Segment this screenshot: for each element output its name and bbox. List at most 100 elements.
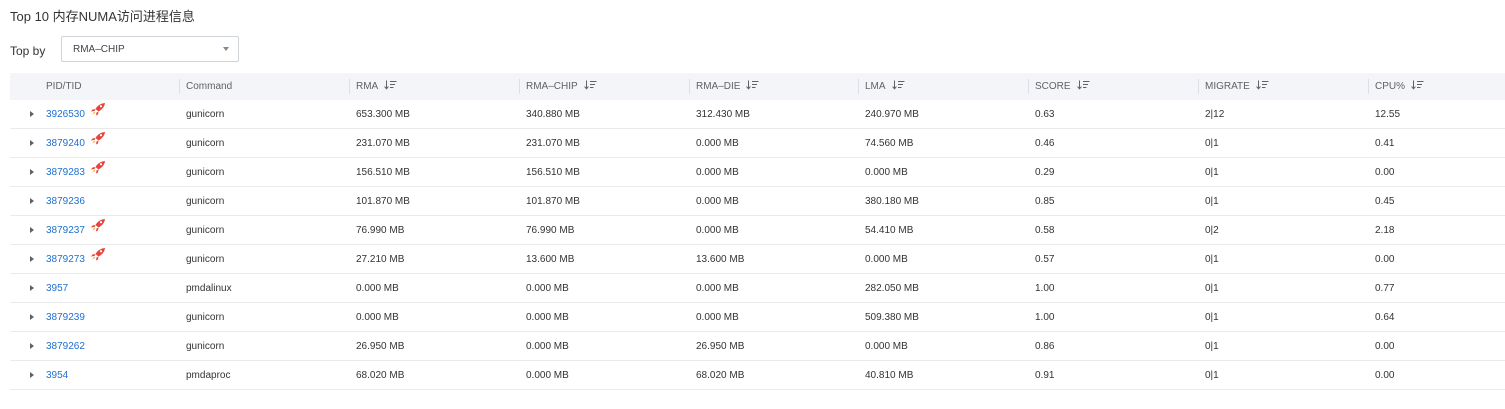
caret-right-icon [30, 169, 34, 175]
cell-command: gunicorn [186, 340, 225, 352]
cell-command: gunicorn [186, 166, 225, 178]
pid-link[interactable]: 3879239 [46, 312, 85, 323]
rocket-icon [90, 131, 106, 148]
cell-rma: 76.990 MB [356, 224, 405, 236]
caret-right-icon [30, 256, 34, 262]
expand-row-button[interactable] [30, 245, 34, 273]
cell-cpu: 0.41 [1375, 137, 1395, 149]
expand-row-button[interactable] [30, 361, 34, 389]
cell-rma-chip: 231.070 MB [526, 137, 580, 149]
column-header-lma[interactable]: LMA [865, 73, 905, 100]
cell-pid: 3879237 [46, 216, 106, 244]
table-row: 3879273 gunicorn 27.210 MB 13.600 MB 13.600 … [10, 245, 1505, 274]
cell-pid: 3957 [46, 274, 68, 302]
cell-score: 0.29 [1035, 166, 1055, 178]
expand-row-button[interactable] [30, 100, 34, 128]
cell-lma: 0.000 MB [865, 253, 908, 265]
sort-descending-icon[interactable] [746, 80, 759, 93]
expand-row-button[interactable] [30, 274, 34, 302]
cell-pid: 3879240 [46, 129, 106, 157]
column-header-rma-chip[interactable]: RMA–CHIP [526, 73, 597, 100]
sort-descending-icon[interactable] [1411, 80, 1424, 93]
rocket-icon [90, 160, 106, 177]
numa-process-table: PID/TID Command RMA RMA–CHIP RMA–DIE LMA SCORE… [10, 73, 1505, 390]
top-by-label: Top by [10, 44, 46, 58]
pid-link[interactable]: 3926530 [46, 109, 85, 120]
pid-link[interactable]: 3954 [46, 370, 68, 381]
sort-descending-icon[interactable] [891, 80, 905, 93]
sort-descending-icon[interactable] [583, 80, 597, 93]
table-row: 3879283 gunicorn 156.510 MB 156.510 MB 0.000… [10, 158, 1505, 187]
sort-descending-icon[interactable] [384, 80, 397, 93]
cell-cpu: 0.00 [1375, 340, 1395, 352]
column-header-migrate[interactable]: MIGRATE [1205, 73, 1269, 100]
cell-migrate: 0|1 [1205, 253, 1219, 265]
column-header-rma-die[interactable]: RMA–DIE [696, 73, 759, 100]
table-header: PID/TID Command RMA RMA–CHIP RMA–DIE LMA SCORE… [10, 73, 1505, 100]
cell-rma-die: 312.430 MB [696, 108, 750, 120]
cell-cpu: 0.77 [1375, 282, 1395, 294]
pid-link[interactable]: 3957 [46, 283, 68, 294]
cell-rma-chip: 340.880 MB [526, 108, 580, 120]
cell-rma-die: 0.000 MB [696, 195, 739, 207]
expand-row-button[interactable] [30, 187, 34, 215]
pid-link[interactable]: 3879240 [46, 138, 85, 149]
column-divider [1028, 79, 1029, 94]
column-header-cpu[interactable]: CPU% [1375, 73, 1424, 100]
cell-rma-die: 0.000 MB [696, 282, 739, 294]
cell-rma-chip: 101.870 MB [526, 195, 580, 207]
cell-rma-die: 0.000 MB [696, 137, 739, 149]
column-divider [1198, 79, 1199, 94]
pid-link[interactable]: 3879273 [46, 254, 85, 265]
column-header-score[interactable]: SCORE [1035, 73, 1090, 100]
cell-rma-chip: 0.000 MB [526, 340, 569, 352]
cell-rma-chip: 156.510 MB [526, 166, 580, 178]
cell-pid: 3879236 [46, 187, 85, 215]
cell-command: gunicorn [186, 108, 225, 120]
cell-migrate: 0|1 [1205, 282, 1219, 294]
caret-down-icon [223, 47, 229, 51]
table-row: 3954 pmdaproc 68.020 MB 0.000 MB 68.020 MB 40… [10, 361, 1505, 390]
sort-descending-icon[interactable] [1256, 80, 1269, 93]
cell-score: 1.00 [1035, 311, 1055, 323]
caret-right-icon [30, 285, 34, 291]
cell-lma: 240.970 MB [865, 108, 919, 120]
expand-row-button[interactable] [30, 332, 34, 360]
cell-score: 0.85 [1035, 195, 1055, 207]
pid-link[interactable]: 3879236 [46, 196, 85, 207]
cell-lma: 0.000 MB [865, 166, 908, 178]
cell-pid: 3879262 [46, 332, 85, 360]
cell-score: 0.46 [1035, 137, 1055, 149]
cell-migrate: 0|1 [1205, 311, 1219, 323]
column-header-rma[interactable]: RMA [356, 73, 397, 100]
expand-row-button[interactable] [30, 303, 34, 331]
cell-command: gunicorn [186, 253, 225, 265]
cell-score: 0.63 [1035, 108, 1055, 120]
table-row: 3879237 gunicorn 76.990 MB 76.990 MB 0.000 M… [10, 216, 1505, 245]
cell-rma: 27.210 MB [356, 253, 405, 265]
column-divider [1368, 79, 1369, 94]
expand-row-button[interactable] [30, 129, 34, 157]
column-divider [858, 79, 859, 94]
cell-cpu: 0.64 [1375, 311, 1395, 323]
cell-lma: 54.410 MB [865, 224, 914, 236]
caret-right-icon [30, 314, 34, 320]
cell-rma-die: 0.000 MB [696, 166, 739, 178]
pid-link[interactable]: 3879262 [46, 341, 85, 352]
pid-link[interactable]: 3879283 [46, 167, 85, 178]
caret-right-icon [30, 140, 34, 146]
sort-descending-icon[interactable] [1076, 80, 1090, 93]
expand-row-button[interactable] [30, 158, 34, 186]
cell-pid: 3879239 [46, 303, 85, 331]
cell-rma: 156.510 MB [356, 166, 410, 178]
column-header-label: CPU% [1375, 81, 1406, 92]
cell-rma-chip: 0.000 MB [526, 311, 569, 323]
cell-lma: 74.560 MB [865, 137, 914, 149]
cell-cpu: 12.55 [1375, 108, 1401, 120]
cell-rma-die: 13.600 MB [696, 253, 745, 265]
top-by-select[interactable]: RMA–CHIP [61, 36, 239, 62]
expand-row-button[interactable] [30, 216, 34, 244]
pid-link[interactable]: 3879237 [46, 225, 85, 236]
cell-score: 0.57 [1035, 253, 1055, 265]
cell-rma: 0.000 MB [356, 311, 399, 323]
